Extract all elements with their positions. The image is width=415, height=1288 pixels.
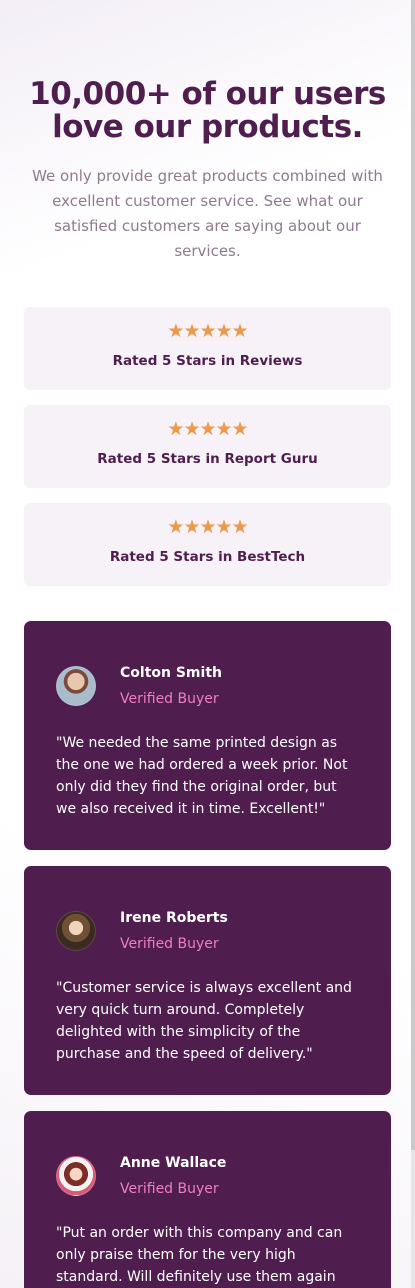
- page: 10,000+ of our users love our products. …: [0, 0, 415, 1288]
- rating-card-report-guru: ★★★★★ Rated 5 Stars in Report Guru: [24, 405, 391, 488]
- avatar: [56, 666, 96, 706]
- rating-card-besttech: ★★★★★ Rated 5 Stars in BestTech: [24, 503, 391, 586]
- reviewer-badge: Verified Buyer: [120, 691, 219, 707]
- reviewer-badge: Verified Buyer: [120, 936, 219, 952]
- reviewer-name: Irene Roberts: [120, 910, 228, 926]
- reviewer-badge: Verified Buyer: [120, 1181, 219, 1197]
- five-stars-icon: ★★★★★: [167, 320, 248, 342]
- rating-label: Rated 5 Stars in Reviews: [112, 353, 303, 369]
- rating-label: Rated 5 Stars in BestTech: [109, 549, 306, 565]
- testimonial-card: Anne Wallace Verified Buyer "Put an orde…: [24, 1111, 391, 1288]
- avatar: [56, 911, 96, 951]
- avatar: [56, 1156, 96, 1196]
- five-stars-icon: ★★★★★: [167, 418, 248, 440]
- testimonial-header: Colton Smith Verified Buyer: [56, 665, 359, 707]
- testimonial-card: Irene Roberts Verified Buyer "Customer s…: [24, 866, 391, 1095]
- ratings-list: ★★★★★ Rated 5 Stars in Reviews ★★★★★ Rat…: [0, 307, 415, 586]
- reviewer-info: Anne Wallace Verified Buyer: [120, 1154, 226, 1198]
- testimonial-quote: "Customer service is always excellent an…: [56, 980, 352, 1062]
- reviewer-info: Irene Roberts Verified Buyer: [120, 909, 228, 953]
- reviewer-name: Anne Wallace: [120, 1155, 227, 1171]
- rating-card-reviews: ★★★★★ Rated 5 Stars in Reviews: [24, 307, 391, 390]
- hero-section: 10,000+ of our users love our products. …: [0, 0, 415, 264]
- testimonial-quote: "Put an order with this company and can …: [56, 1225, 343, 1285]
- page-title: 10,000+ of our users love our products.: [29, 76, 386, 145]
- hero-description: We only provide great products combined …: [32, 167, 383, 260]
- reviewer-info: Colton Smith Verified Buyer: [120, 664, 222, 708]
- testimonial-header: Irene Roberts Verified Buyer: [56, 910, 359, 952]
- testimonials-list: Colton Smith Verified Buyer "We needed t…: [0, 621, 415, 1288]
- reviewer-name: Colton Smith: [120, 665, 222, 681]
- testimonial-header: Anne Wallace Verified Buyer: [56, 1155, 359, 1197]
- rating-label: Rated 5 Stars in Report Guru: [97, 451, 318, 467]
- testimonial-quote: "We needed the same printed design as th…: [56, 735, 348, 817]
- five-stars-icon: ★★★★★: [167, 516, 248, 538]
- testimonial-card: Colton Smith Verified Buyer "We needed t…: [24, 621, 391, 850]
